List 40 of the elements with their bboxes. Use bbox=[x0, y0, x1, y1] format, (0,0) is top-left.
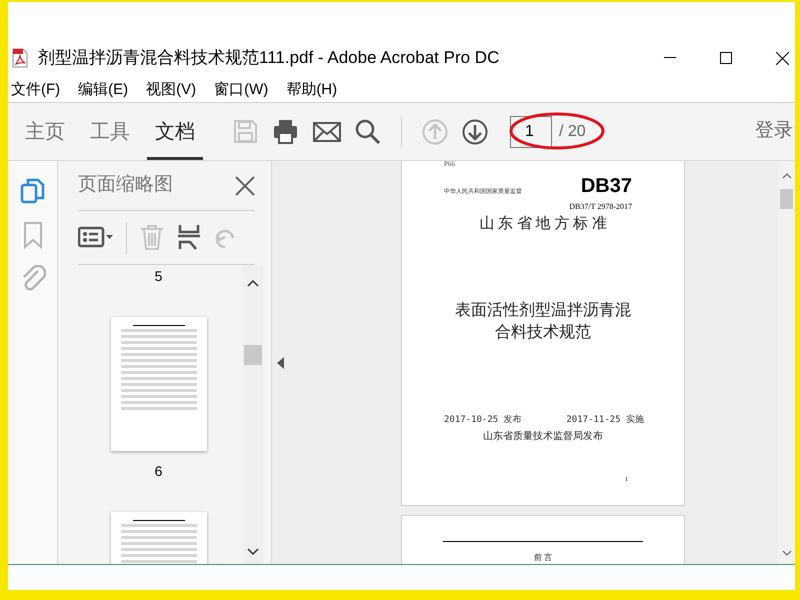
sign-in-link[interactable]: 登录 bbox=[755, 117, 793, 146]
menu-item[interactable]: 视图(V) bbox=[146, 78, 196, 102]
scroll-up-icon[interactable] bbox=[247, 279, 259, 287]
page-number-label: 6 bbox=[154, 462, 162, 481]
print-icon[interactable] bbox=[273, 118, 299, 144]
scrollbar[interactable] bbox=[243, 265, 263, 564]
collapse-panel-icon[interactable] bbox=[276, 356, 284, 368]
publisher-text: 山东省质量技术监督局发布 bbox=[483, 430, 603, 444]
scroll-thumb[interactable] bbox=[780, 189, 793, 209]
scroll-up-icon[interactable] bbox=[782, 173, 792, 179]
minimize-icon[interactable] bbox=[664, 57, 676, 59]
menu-item[interactable]: 编辑(E) bbox=[78, 78, 128, 102]
standard-number: DB37/T 2978-2017 bbox=[569, 201, 632, 213]
menu-item[interactable]: 帮助(H) bbox=[286, 78, 338, 102]
menu-item[interactable]: 窗口(W) bbox=[214, 78, 268, 102]
tab[interactable]: 主页 bbox=[17, 103, 73, 160]
document-title: 表面活性剂型温拌沥青混合料技术规范 bbox=[454, 300, 632, 342]
menu-item[interactable]: 文件(F) bbox=[11, 78, 60, 102]
pdf-file-icon bbox=[12, 48, 28, 68]
standard-logo: DB37 bbox=[580, 174, 632, 199]
section-heading: 前 言 bbox=[534, 552, 552, 564]
pages-icon[interactable] bbox=[20, 177, 46, 205]
page-number-label: 5 bbox=[154, 267, 162, 285]
scrollbar[interactable] bbox=[778, 161, 795, 564]
scroll-thumb[interactable] bbox=[244, 345, 262, 365]
search-icon[interactable] bbox=[355, 118, 381, 144]
window-title: 剂型温拌沥青混合料技术规范111.pdf - Adobe Acrobat Pro DC bbox=[38, 47, 500, 70]
scroll-down-icon[interactable] bbox=[247, 548, 259, 556]
arrow-down-circle-icon[interactable] bbox=[462, 118, 488, 144]
page-total: / 20 bbox=[559, 122, 586, 142]
insert-page-icon[interactable] bbox=[177, 224, 201, 251]
scroll-down-icon[interactable] bbox=[782, 550, 792, 556]
standard-category: 山 东 省 地 方 标 准 bbox=[479, 214, 607, 234]
effective-date: 2017-11-25 实施 bbox=[566, 414, 644, 426]
panel-title: 页面缩略图 bbox=[78, 173, 173, 198]
page-thumbnail[interactable] bbox=[110, 317, 206, 451]
tab[interactable]: 工具 bbox=[82, 103, 138, 160]
maximize-icon[interactable] bbox=[720, 52, 732, 64]
close-icon[interactable] bbox=[776, 52, 789, 64]
issue-date: 2017-10-25 发布 bbox=[444, 414, 522, 426]
